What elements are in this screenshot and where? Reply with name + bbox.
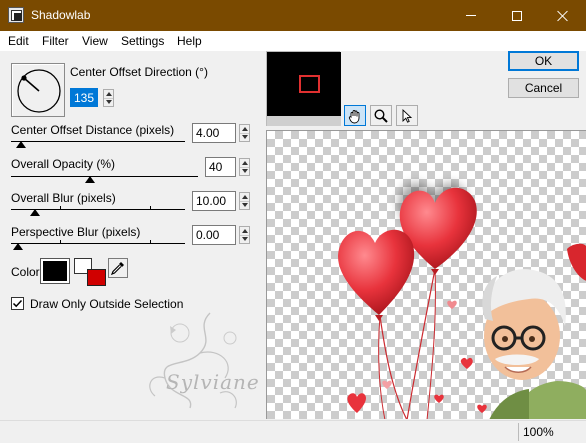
menu-view[interactable]: View <box>82 34 108 48</box>
minimize-icon <box>466 15 476 16</box>
perspective-blur-slider-tick <box>60 240 61 243</box>
distance-label: Center Offset Distance (pixels) <box>11 123 175 137</box>
menu-bar: Edit Filter View Settings Help <box>0 31 586 51</box>
zoom-tool-button[interactable] <box>370 105 392 126</box>
hand-icon <box>348 109 360 123</box>
zoom-level: 100% <box>523 425 554 439</box>
dial-graphic <box>17 69 61 113</box>
blur-spinner[interactable] <box>239 192 250 210</box>
direction-spinner[interactable] <box>103 89 114 107</box>
minimize-button[interactable] <box>448 0 494 31</box>
secondary-color-square <box>87 269 106 286</box>
primary-color-swatch[interactable] <box>40 258 70 284</box>
navigator-viewport-rect[interactable] <box>299 75 320 93</box>
eyedropper-icon <box>110 262 124 276</box>
opacity-input[interactable]: 40 <box>205 157 236 177</box>
navigator-footer <box>267 116 341 126</box>
status-bar: 100% <box>0 420 586 443</box>
direction-dial[interactable] <box>11 63 65 117</box>
preview-canvas[interactable] <box>266 130 586 419</box>
color-picker-button[interactable] <box>108 258 128 278</box>
title-bar: Shadowlab <box>0 0 586 31</box>
draw-only-outside-checkbox[interactable] <box>11 297 24 310</box>
primary-color-fill <box>43 261 67 281</box>
blur-slider-tick <box>150 206 151 209</box>
checkmark-icon <box>12 299 23 308</box>
perspective-blur-input[interactable]: 0.00 <box>192 225 236 245</box>
blur-input[interactable]: 10.00 <box>192 191 236 211</box>
watermark-flourish <box>149 312 237 409</box>
opacity-slider-track[interactable] <box>11 176 198 177</box>
window-title: Shadowlab <box>31 8 91 22</box>
ok-button[interactable]: OK <box>508 51 579 71</box>
navigator-preview <box>267 52 341 116</box>
direction-input[interactable]: 135 <box>70 88 98 107</box>
pan-tool-button[interactable] <box>344 105 366 126</box>
menu-filter[interactable]: Filter <box>42 34 69 48</box>
watermark-signature: Sylviane <box>166 370 260 394</box>
distance-spinner[interactable] <box>239 124 250 142</box>
perspective-blur-spinner[interactable] <box>239 226 250 244</box>
direction-label: Center Offset Direction (°) <box>70 65 208 79</box>
opacity-slider-thumb[interactable] <box>85 176 95 183</box>
perspective-blur-slider-track[interactable] <box>11 243 185 244</box>
menu-edit[interactable]: Edit <box>8 34 29 48</box>
status-separator <box>518 423 519 441</box>
close-icon <box>557 10 569 22</box>
menu-settings[interactable]: Settings <box>121 34 164 48</box>
arrow-icon <box>402 108 413 123</box>
distance-slider-track[interactable] <box>11 141 185 142</box>
perspective-blur-label: Perspective Blur (pixels) <box>11 225 141 239</box>
opacity-label: Overall Opacity (%) <box>11 157 116 171</box>
preview-image <box>338 183 586 419</box>
opacity-spinner[interactable] <box>239 158 250 176</box>
color-label: Color <box>11 265 40 279</box>
zoom-icon <box>374 108 388 123</box>
app-icon <box>8 7 24 23</box>
blur-slider-thumb[interactable] <box>29 209 40 216</box>
maximize-icon <box>512 10 522 21</box>
pointer-tool-button[interactable] <box>396 105 418 126</box>
menu-help[interactable]: Help <box>177 34 202 48</box>
secondary-color-swatch[interactable] <box>74 258 106 286</box>
perspective-blur-slider-tick <box>150 240 151 243</box>
distance-input[interactable]: 4.00 <box>192 123 236 143</box>
blur-label: Overall Blur (pixels) <box>11 191 116 205</box>
navigator-thumbnail[interactable] <box>266 51 341 126</box>
cancel-button[interactable]: Cancel <box>508 78 579 98</box>
perspective-blur-slider-thumb[interactable] <box>13 243 23 250</box>
close-button[interactable] <box>540 0 586 31</box>
distance-slider-thumb[interactable] <box>16 141 27 148</box>
maximize-button[interactable] <box>494 0 540 31</box>
blur-slider-tick <box>60 206 61 209</box>
